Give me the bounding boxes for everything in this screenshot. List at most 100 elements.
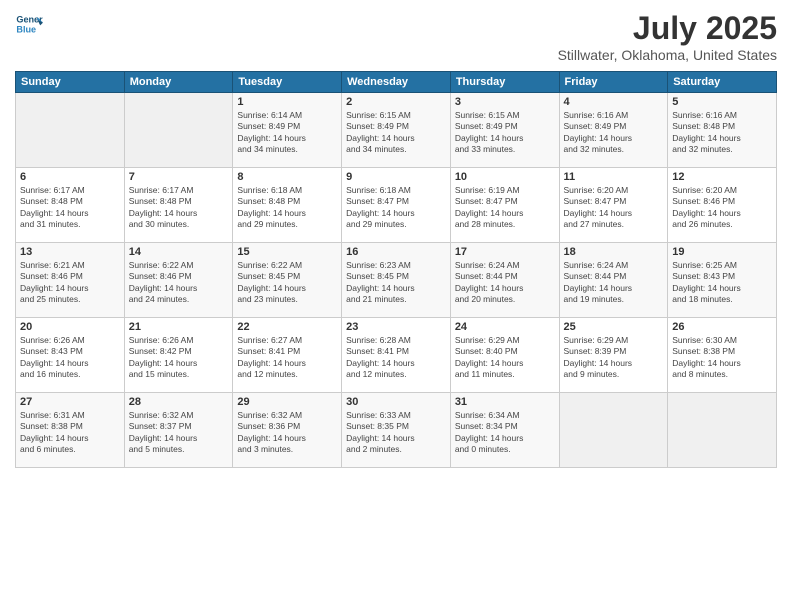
day-info: Sunrise: 6:17 AM Sunset: 8:48 PM Dayligh… <box>20 185 120 231</box>
main-title: July 2025 <box>558 10 777 47</box>
day-info: Sunrise: 6:16 AM Sunset: 8:49 PM Dayligh… <box>564 110 664 156</box>
day-cell <box>16 93 125 168</box>
day-cell: 27 Sunrise: 6:31 AM Sunset: 8:38 PM Dayli… <box>16 393 125 468</box>
day-cell <box>668 393 777 468</box>
day-info: Sunrise: 6:32 AM Sunset: 8:37 PM Dayligh… <box>129 410 229 456</box>
day-number: 7 <box>129 171 229 183</box>
day-number: 20 <box>20 321 120 333</box>
day-cell: 17Sunrise: 6:24 AM Sunset: 8:44 PM Dayli… <box>450 243 559 318</box>
day-number: 30 <box>346 396 446 408</box>
logo: General Blue <box>15 10 43 38</box>
day-info: Sunrise: 6:22 AM Sunset: 8:46 PM Dayligh… <box>129 260 229 306</box>
day-cell: 30 Sunrise: 6:33 AM Sunset: 8:35 PM Dayli… <box>342 393 451 468</box>
day-cell: 21 Sunrise: 6:26 AM Sunset: 8:42 PM Dayli… <box>124 318 233 393</box>
day-info: Sunrise: 6:31 AM Sunset: 8:38 PM Dayligh… <box>20 410 120 456</box>
header-monday: Monday <box>124 72 233 93</box>
logo-icon: General Blue <box>15 10 43 38</box>
day-number: 6 <box>20 171 120 183</box>
day-info: Sunrise: 6:15 AM Sunset: 8:49 PM Dayligh… <box>346 110 446 156</box>
day-cell: 1 Sunrise: 6:14 AM Sunset: 8:49 PM Daylig… <box>233 93 342 168</box>
calendar-table: Sunday Monday Tuesday Wednesday Thursday… <box>15 71 777 468</box>
day-cell: 24Sunrise: 6:29 AM Sunset: 8:40 PM Dayli… <box>450 318 559 393</box>
day-info: Sunrise: 6:33 AM Sunset: 8:35 PM Dayligh… <box>346 410 446 456</box>
header-wednesday: Wednesday <box>342 72 451 93</box>
day-number: 1 <box>237 96 337 108</box>
header: General Blue July 2025 Stillwater, Oklah… <box>15 10 777 63</box>
day-cell <box>124 93 233 168</box>
day-cell: 12 Sunrise: 6:20 AM Sunset: 8:46 PM Dayli… <box>668 168 777 243</box>
day-number: 25 <box>564 321 664 333</box>
day-cell: 22 Sunrise: 6:27 AM Sunset: 8:41 PM Dayli… <box>233 318 342 393</box>
day-info: Sunrise: 6:34 AM Sunset: 8:34 PM Dayligh… <box>455 410 555 456</box>
week-row-4: 20 Sunrise: 6:26 AM Sunset: 8:43 PM Dayli… <box>16 318 777 393</box>
calendar-header-row: Sunday Monday Tuesday Wednesday Thursday… <box>16 72 777 93</box>
calendar-page: General Blue July 2025 Stillwater, Oklah… <box>0 0 792 612</box>
day-info: Sunrise: 6:17 AM Sunset: 8:48 PM Dayligh… <box>129 185 229 231</box>
day-cell: 8Sunrise: 6:18 AM Sunset: 8:48 PM Daylig… <box>233 168 342 243</box>
header-sunday: Sunday <box>16 72 125 93</box>
header-tuesday: Tuesday <box>233 72 342 93</box>
day-number: 26 <box>672 321 772 333</box>
day-info: Sunrise: 6:22 AM Sunset: 8:45 PM Dayligh… <box>237 260 337 306</box>
day-number: 19 <box>672 246 772 258</box>
day-cell: 3 Sunrise: 6:15 AM Sunset: 8:49 PM Daylig… <box>450 93 559 168</box>
header-thursday: Thursday <box>450 72 559 93</box>
day-number: 21 <box>129 321 229 333</box>
day-number: 13 <box>20 246 120 258</box>
day-info: Sunrise: 6:26 AM Sunset: 8:43 PM Dayligh… <box>20 335 120 381</box>
day-cell: 11Sunrise: 6:20 AM Sunset: 8:47 PM Dayli… <box>559 168 668 243</box>
day-number: 9 <box>346 171 446 183</box>
day-number: 14 <box>129 246 229 258</box>
svg-text:Blue: Blue <box>16 24 36 34</box>
day-info: Sunrise: 6:30 AM Sunset: 8:38 PM Dayligh… <box>672 335 772 381</box>
day-info: Sunrise: 6:15 AM Sunset: 8:49 PM Dayligh… <box>455 110 555 156</box>
day-number: 29 <box>237 396 337 408</box>
day-cell: 4Sunrise: 6:16 AM Sunset: 8:49 PM Daylig… <box>559 93 668 168</box>
day-cell: 10Sunrise: 6:19 AM Sunset: 8:47 PM Dayli… <box>450 168 559 243</box>
day-cell: 26 Sunrise: 6:30 AM Sunset: 8:38 PM Dayli… <box>668 318 777 393</box>
day-number: 18 <box>564 246 664 258</box>
day-number: 31 <box>455 396 555 408</box>
day-info: Sunrise: 6:32 AM Sunset: 8:36 PM Dayligh… <box>237 410 337 456</box>
week-row-1: 1 Sunrise: 6:14 AM Sunset: 8:49 PM Daylig… <box>16 93 777 168</box>
day-cell: 31 Sunrise: 6:34 AM Sunset: 8:34 PM Dayli… <box>450 393 559 468</box>
day-info: Sunrise: 6:23 AM Sunset: 8:45 PM Dayligh… <box>346 260 446 306</box>
day-number: 16 <box>346 246 446 258</box>
day-cell: 6 Sunrise: 6:17 AM Sunset: 8:48 PM Daylig… <box>16 168 125 243</box>
day-number: 15 <box>237 246 337 258</box>
day-cell: 9 Sunrise: 6:18 AM Sunset: 8:47 PM Daylig… <box>342 168 451 243</box>
day-number: 27 <box>20 396 120 408</box>
day-info: Sunrise: 6:20 AM Sunset: 8:46 PM Dayligh… <box>672 185 772 231</box>
day-info: Sunrise: 6:27 AM Sunset: 8:41 PM Dayligh… <box>237 335 337 381</box>
subtitle: Stillwater, Oklahoma, United States <box>558 47 777 63</box>
day-cell: 2 Sunrise: 6:15 AM Sunset: 8:49 PM Daylig… <box>342 93 451 168</box>
day-number: 17 <box>455 246 555 258</box>
day-number: 23 <box>346 321 446 333</box>
day-number: 3 <box>455 96 555 108</box>
day-number: 10 <box>455 171 555 183</box>
day-info: Sunrise: 6:18 AM Sunset: 8:47 PM Dayligh… <box>346 185 446 231</box>
day-info: Sunrise: 6:14 AM Sunset: 8:49 PM Dayligh… <box>237 110 337 156</box>
header-friday: Friday <box>559 72 668 93</box>
title-block: July 2025 Stillwater, Oklahoma, United S… <box>558 10 777 63</box>
day-info: Sunrise: 6:25 AM Sunset: 8:43 PM Dayligh… <box>672 260 772 306</box>
day-cell: 20 Sunrise: 6:26 AM Sunset: 8:43 PM Dayli… <box>16 318 125 393</box>
day-info: Sunrise: 6:21 AM Sunset: 8:46 PM Dayligh… <box>20 260 120 306</box>
day-info: Sunrise: 6:20 AM Sunset: 8:47 PM Dayligh… <box>564 185 664 231</box>
day-number: 2 <box>346 96 446 108</box>
day-cell: 5Sunrise: 6:16 AM Sunset: 8:48 PM Daylig… <box>668 93 777 168</box>
header-saturday: Saturday <box>668 72 777 93</box>
day-number: 12 <box>672 171 772 183</box>
day-cell: 29 Sunrise: 6:32 AM Sunset: 8:36 PM Dayli… <box>233 393 342 468</box>
day-number: 28 <box>129 396 229 408</box>
day-info: Sunrise: 6:18 AM Sunset: 8:48 PM Dayligh… <box>237 185 337 231</box>
day-cell: 28 Sunrise: 6:32 AM Sunset: 8:37 PM Dayli… <box>124 393 233 468</box>
day-number: 5 <box>672 96 772 108</box>
day-number: 22 <box>237 321 337 333</box>
day-number: 24 <box>455 321 555 333</box>
day-cell: 18Sunrise: 6:24 AM Sunset: 8:44 PM Dayli… <box>559 243 668 318</box>
week-row-2: 6 Sunrise: 6:17 AM Sunset: 8:48 PM Daylig… <box>16 168 777 243</box>
day-info: Sunrise: 6:29 AM Sunset: 8:39 PM Dayligh… <box>564 335 664 381</box>
day-info: Sunrise: 6:26 AM Sunset: 8:42 PM Dayligh… <box>129 335 229 381</box>
day-cell: 14 Sunrise: 6:22 AM Sunset: 8:46 PM Dayli… <box>124 243 233 318</box>
